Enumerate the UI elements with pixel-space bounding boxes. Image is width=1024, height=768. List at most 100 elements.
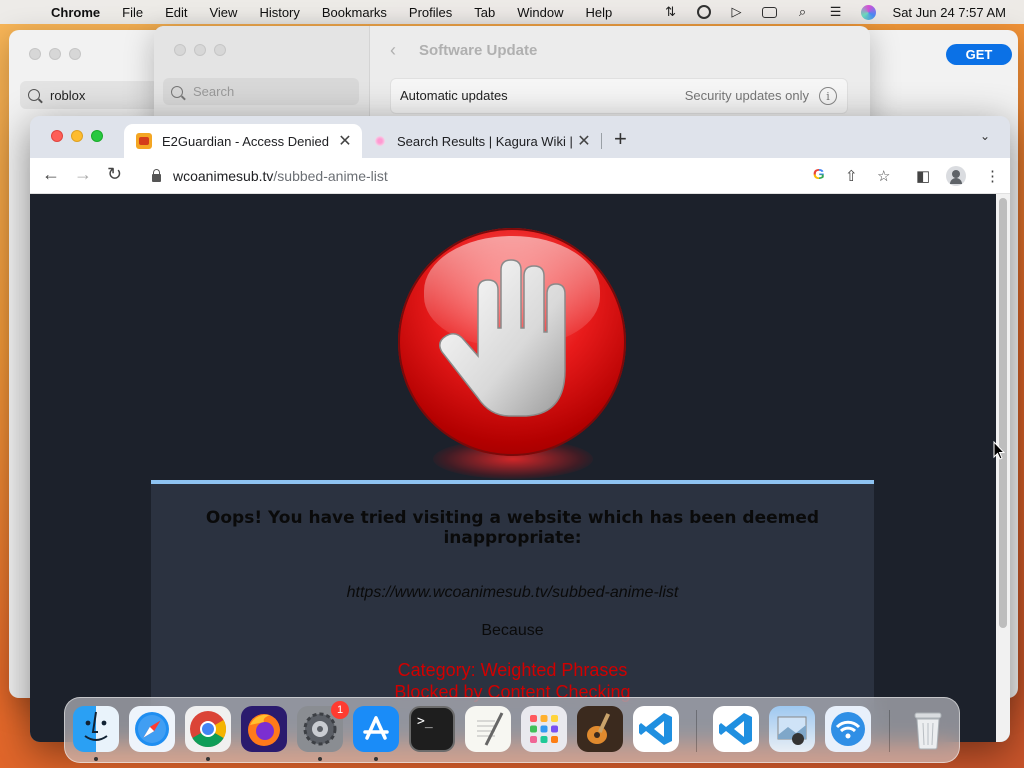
menu-tab[interactable]: Tab — [463, 5, 506, 20]
menu-edit[interactable]: Edit — [154, 5, 198, 20]
minimize-button[interactable] — [71, 130, 83, 142]
visual-studio-code-icon[interactable] — [633, 706, 679, 752]
google-chrome-icon[interactable] — [185, 706, 231, 752]
terminal-icon[interactable]: >_ — [409, 706, 455, 752]
close-tab-icon[interactable]: ✕ — [573, 131, 595, 151]
finder-icon[interactable] — [73, 706, 119, 752]
search-icon — [171, 85, 183, 98]
bookmark-star-icon[interactable]: ☆ — [877, 167, 890, 185]
back-arrow-icon[interactable]: ← — [42, 164, 60, 185]
notification-badge: 1 — [331, 701, 349, 719]
menu-help[interactable]: Help — [575, 5, 624, 20]
cellular-icon[interactable]: ⇅ — [662, 4, 680, 20]
automatic-updates-label: Automatic updates — [400, 88, 508, 103]
denied-message: Oops! You have tried visiting a website … — [205, 508, 820, 548]
menu-view[interactable]: View — [198, 5, 248, 20]
garageband-icon[interactable] — [577, 706, 623, 752]
block-category: Category: Weighted Phrases — [397, 660, 628, 680]
tab-title: Search Results | Kagura Wiki | F — [397, 133, 573, 149]
info-icon[interactable]: i — [819, 87, 837, 105]
menu-profiles[interactable]: Profiles — [398, 5, 463, 20]
running-indicator — [318, 757, 322, 761]
lock-icon[interactable] — [152, 169, 161, 182]
running-indicator — [374, 757, 378, 761]
window-title: Software Update — [419, 42, 538, 59]
side-panel-icon[interactable]: ◧ — [916, 167, 930, 185]
reload-icon[interactable]: ↻ — [107, 164, 122, 185]
e2guardian-favicon-icon — [136, 133, 152, 149]
clock[interactable]: Sat Jun 24 7:57 AM — [893, 5, 1006, 20]
search-icon — [28, 89, 40, 101]
tab-search-chevron-icon[interactable]: ⌄ — [980, 129, 990, 143]
page-viewport: Oops! You have tried visiting a website … — [30, 194, 1010, 742]
menu-bar: Chrome File Edit View History Bookmarks … — [0, 0, 1024, 24]
control-center-icon[interactable]: ☰ — [827, 4, 845, 20]
firefox-icon[interactable] — [241, 706, 287, 752]
zoom-button[interactable] — [91, 130, 103, 142]
url-host: wcoanimesub.tv — [173, 168, 274, 184]
app-store-search-value: roblox — [50, 87, 86, 103]
dock: 1 >_ — [64, 697, 960, 763]
profile-avatar-icon[interactable] — [946, 166, 966, 186]
safari-icon[interactable] — [129, 706, 175, 752]
app-store-icon[interactable] — [353, 706, 399, 752]
settings-search-placeholder: Search — [193, 84, 235, 99]
running-indicator — [94, 757, 98, 761]
menu-file[interactable]: File — [111, 5, 154, 20]
new-tab-icon[interactable]: + — [614, 126, 627, 152]
dock-separator — [889, 710, 890, 752]
preview-icon[interactable] — [769, 706, 815, 752]
visual-studio-code-icon[interactable] — [713, 706, 759, 752]
zoom-button[interactable] — [69, 48, 81, 60]
running-indicator — [206, 757, 210, 761]
google-lens-icon[interactable]: G — [813, 166, 825, 183]
wireless-diagnostics-icon[interactable] — [825, 706, 871, 752]
close-tab-icon[interactable]: ✕ — [334, 131, 356, 151]
browser-toolbar: ← → ↻ wcoanimesub.tv/subbed-anime-list G… — [30, 158, 1010, 194]
app-store-search-field[interactable]: roblox — [20, 81, 160, 109]
blocked-url: https://www.wcoanimesub.tv/subbed-anime-… — [346, 584, 679, 601]
tab-e2guardian[interactable]: E2Guardian - Access Denied ✕ — [124, 124, 362, 158]
more-menu-icon[interactable]: ⋮ — [985, 167, 1000, 185]
scrollbar-thumb[interactable] — [999, 198, 1007, 628]
textedit-icon[interactable] — [465, 706, 511, 752]
tab-strip: E2Guardian - Access Denied ✕ Search Resu… — [30, 116, 1010, 158]
automatic-updates-value: Security updates only — [684, 88, 809, 103]
tab-kagura-wiki[interactable]: Search Results | Kagura Wiki | F ✕ — [365, 124, 601, 158]
chrome-window: E2Guardian - Access Denied ✕ Search Resu… — [30, 116, 1010, 742]
scrollbar[interactable] — [996, 194, 1010, 742]
terminal-prompt-icon: >_ — [417, 714, 433, 729]
user-icon[interactable] — [695, 4, 713, 20]
settings-search-input[interactable]: Search — [163, 78, 359, 105]
menu-window[interactable]: Window — [506, 5, 574, 20]
back-chevron-icon[interactable]: ‹ — [390, 40, 396, 61]
menu-bookmarks[interactable]: Bookmarks — [311, 5, 398, 20]
stop-hand-icon — [398, 228, 626, 456]
close-button[interactable] — [174, 44, 186, 56]
play-icon[interactable]: ▷ — [728, 4, 746, 20]
system-settings-icon[interactable]: 1 — [297, 701, 349, 752]
tab-title: E2Guardian - Access Denied — [162, 133, 329, 149]
close-button[interactable] — [29, 48, 41, 60]
forward-arrow-icon[interactable]: → — [74, 164, 92, 185]
kagura-favicon-icon — [375, 136, 385, 146]
because-label: Because — [481, 622, 544, 639]
menu-history[interactable]: History — [248, 5, 310, 20]
dock-separator — [696, 710, 697, 752]
search-icon[interactable]: ⌕ — [794, 4, 812, 20]
url-path: /subbed-anime-list — [273, 168, 388, 184]
window-icon[interactable] — [761, 4, 779, 20]
zoom-button[interactable] — [214, 44, 226, 56]
share-icon[interactable]: ⇧ — [845, 167, 858, 185]
tab-separator — [601, 133, 602, 149]
siri-icon[interactable] — [860, 4, 878, 20]
launchpad-icon[interactable] — [521, 706, 567, 752]
close-button[interactable] — [51, 130, 63, 142]
menu-app-name[interactable]: Chrome — [40, 5, 111, 20]
get-button[interactable]: GET — [946, 44, 1012, 65]
automatic-updates-row[interactable]: Automatic updates Security updates only … — [390, 78, 848, 114]
minimize-button[interactable] — [49, 48, 61, 60]
address-bar[interactable]: wcoanimesub.tv/subbed-anime-list — [140, 162, 880, 190]
minimize-button[interactable] — [194, 44, 206, 56]
trash-icon[interactable] — [905, 706, 951, 752]
